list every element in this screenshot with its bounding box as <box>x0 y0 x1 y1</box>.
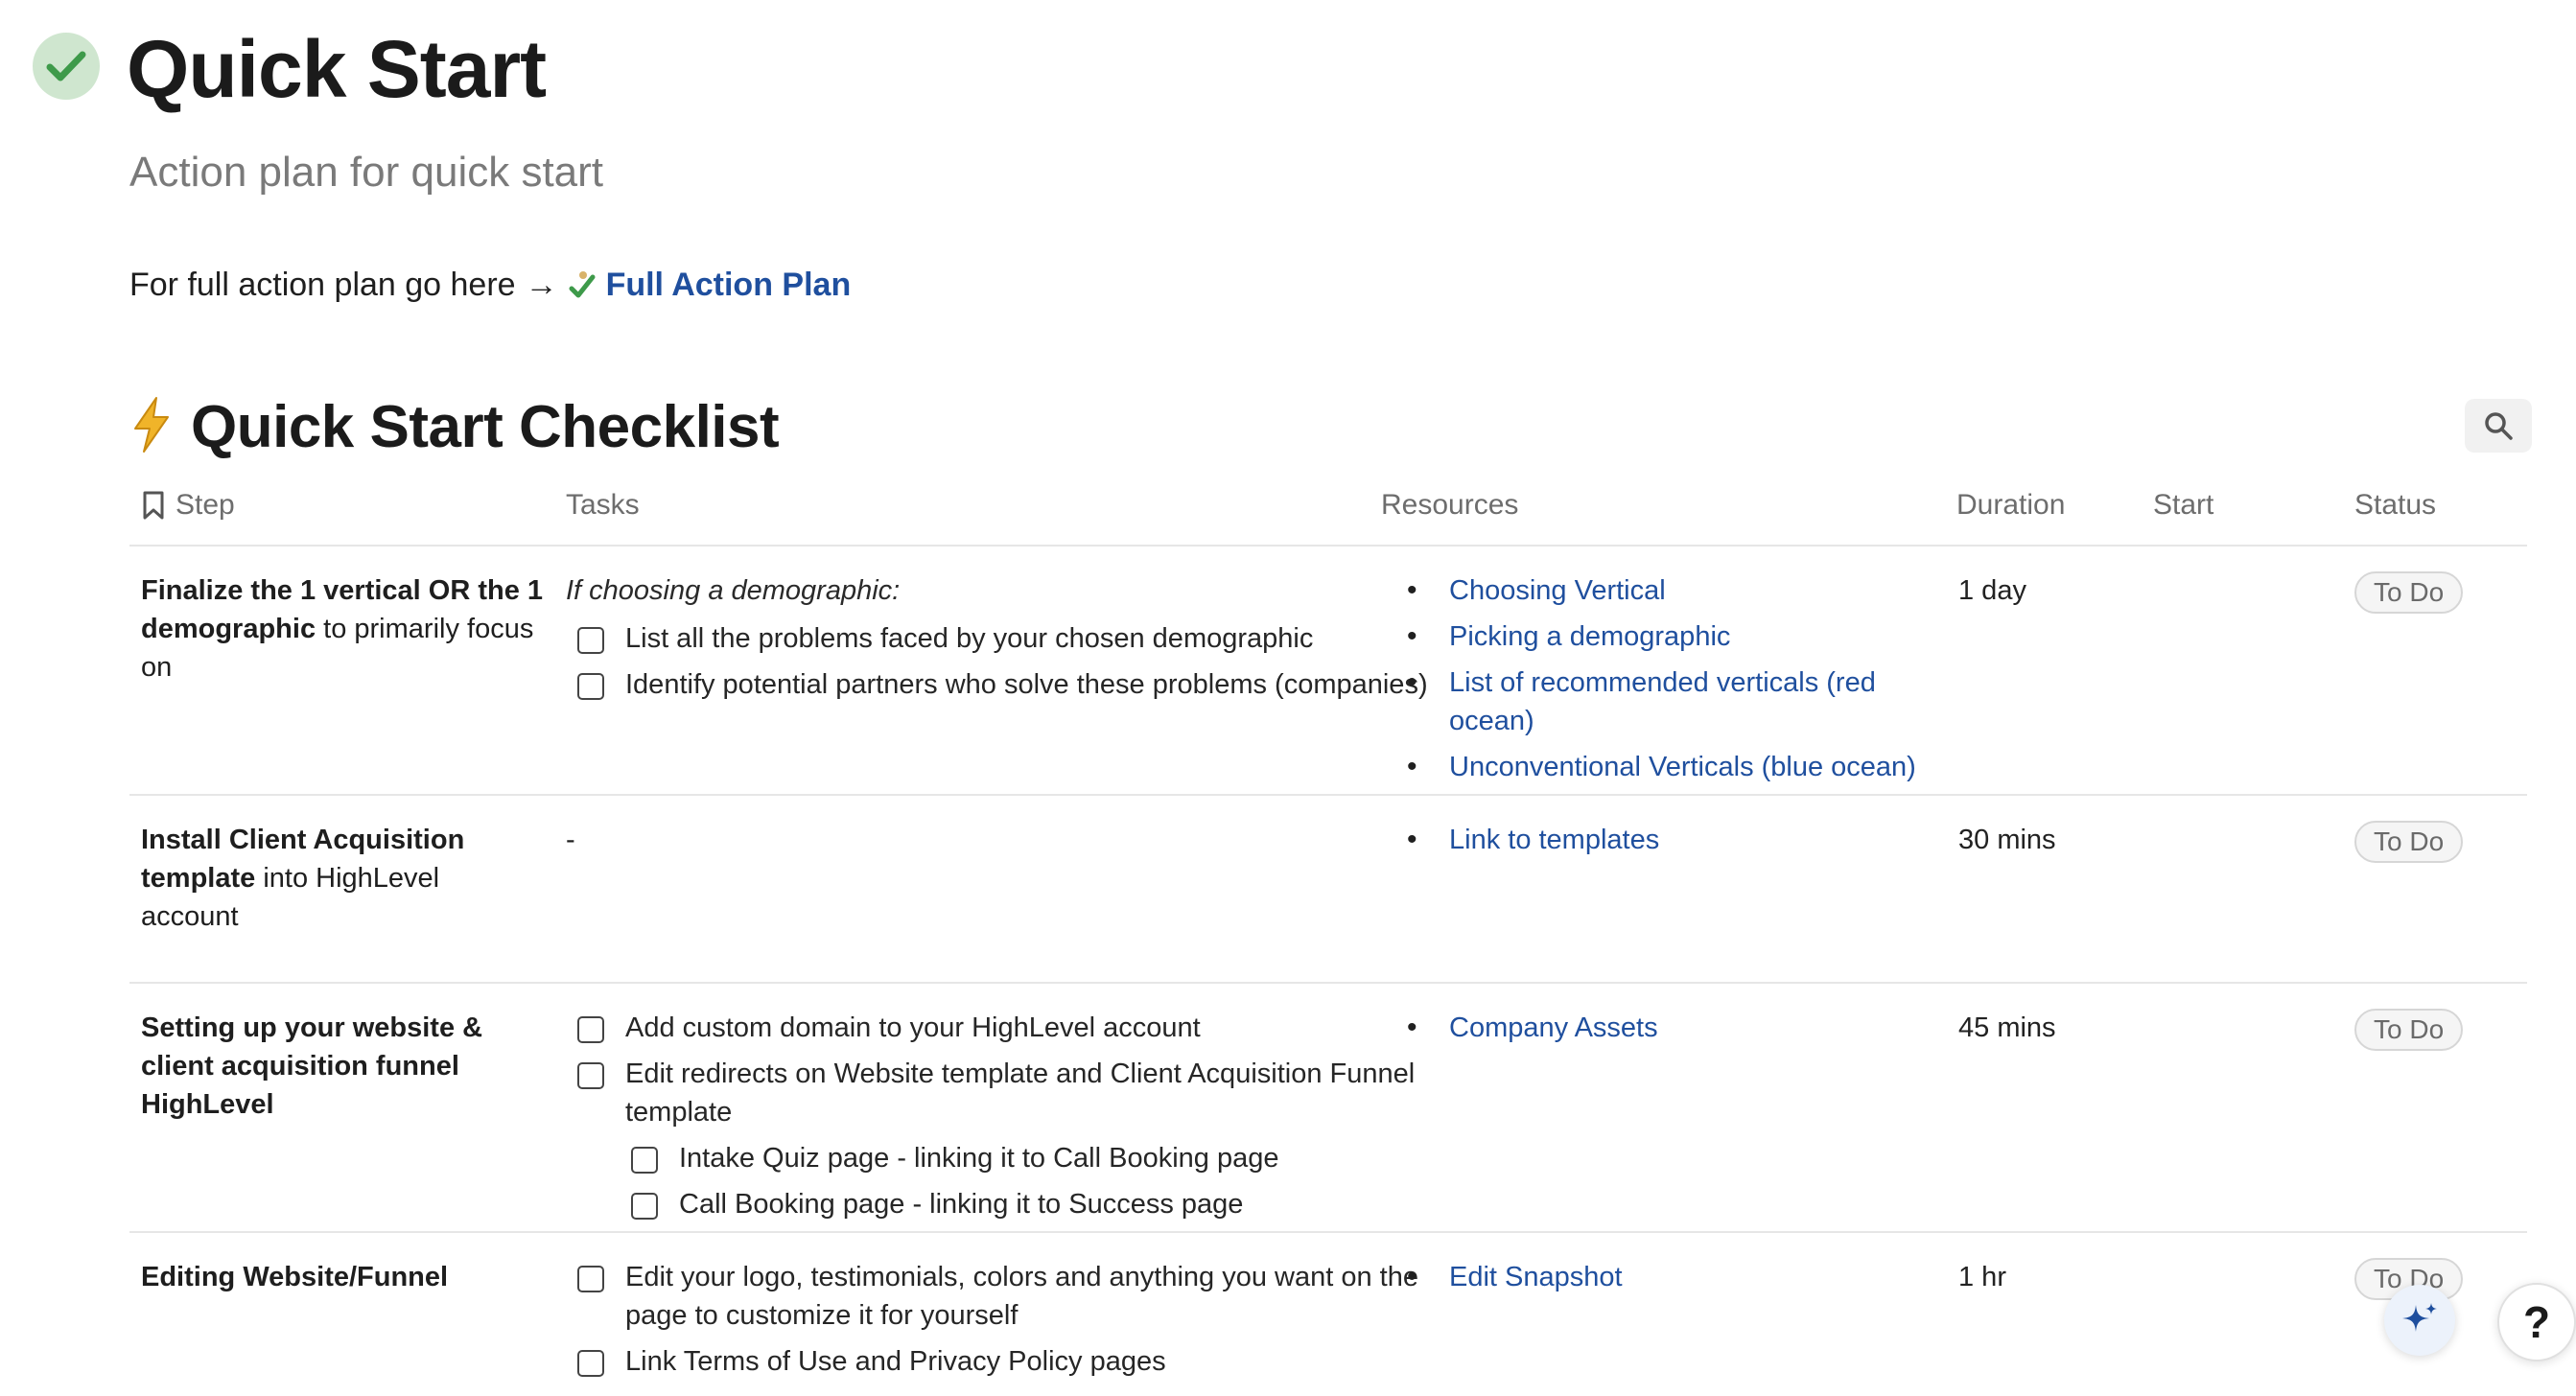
header-tasks[interactable]: Tasks <box>566 489 640 522</box>
status-badge[interactable]: To Do <box>2354 1009 2464 1051</box>
checkbox[interactable] <box>631 1193 658 1220</box>
table-header: Step Tasks Resources Duration Start Stat… <box>129 477 2527 547</box>
table-row[interactable]: Editing Website/Funnel Edit your logo, t… <box>129 1233 2527 1396</box>
task-label: List all the problems faced by your chos… <box>625 623 1314 654</box>
resource-link[interactable]: List of recommended verticals (red ocean… <box>1395 663 1952 740</box>
search-icon <box>2485 412 2513 440</box>
checklist-table: Step Tasks Resources Duration Start Stat… <box>129 477 2527 1396</box>
page-subtitle: Action plan for quick start <box>129 149 604 196</box>
search-button[interactable] <box>2465 399 2532 453</box>
resource-link[interactable]: Company Assets <box>1395 1009 1952 1047</box>
task-label: Edit redirects on Website template and C… <box>625 1059 1416 1128</box>
header-resources[interactable]: Resources <box>1381 489 1518 522</box>
task-label: Call Booking page - linking it to Succes… <box>679 1189 1244 1220</box>
tasks-cell: If choosing a demographic: List all the … <box>566 571 1487 711</box>
duration-cell: 1 hr <box>1958 1262 2006 1292</box>
checkbox[interactable] <box>577 1350 604 1377</box>
step-cell: Editing Website/Funnel <box>141 1258 544 1296</box>
resource-link[interactable]: Picking a demographic <box>1395 617 1952 656</box>
duration-cell: 1 day <box>1958 575 2026 606</box>
task-item: Link Terms of Use and Privacy Policy pag… <box>566 1342 1487 1381</box>
header-step-label: Step <box>176 489 235 521</box>
duration-cell: 30 mins <box>1958 825 2056 855</box>
table-row[interactable]: Finalize the 1 vertical OR the 1 demogra… <box>129 547 2527 796</box>
task-item: Edit redirects on Website template and C… <box>566 1055 1487 1131</box>
full-action-plan-link[interactable]: Full Action Plan <box>606 261 852 309</box>
plan-icon <box>568 269 597 300</box>
checkbox[interactable] <box>577 627 604 654</box>
arrow-icon: → <box>525 267 558 303</box>
resource-link[interactable]: Unconventional Verticals (blue ocean) <box>1395 748 1952 786</box>
resource-link[interactable]: Link to templates <box>1395 821 1952 859</box>
help-button[interactable]: ? <box>2497 1283 2576 1361</box>
subtask-item: Call Booking page - linking it to Succes… <box>620 1185 1487 1223</box>
checklist-heading: Quick Start Checklist <box>129 384 780 470</box>
checkbox[interactable] <box>577 1016 604 1043</box>
tasks-intro: If choosing a demographic: <box>566 575 901 606</box>
status-badge[interactable]: To Do <box>2354 821 2464 863</box>
task-label: Intake Quiz page - linking it to Call Bo… <box>679 1143 1279 1174</box>
checkbox[interactable] <box>577 673 604 700</box>
step-cell: Setting up your website & client acquisi… <box>141 1009 544 1124</box>
step-cell: Finalize the 1 vertical OR the 1 demogra… <box>141 571 544 686</box>
page-title: Quick Start <box>127 24 547 114</box>
resources-cell: Company Assets <box>1395 1009 1952 1055</box>
intro-line: For full action plan go here → Full Acti… <box>129 261 851 309</box>
resources-cell: Link to templates <box>1395 821 1952 867</box>
table-row[interactable]: Setting up your website & client acquisi… <box>129 984 2527 1233</box>
tasks-cell: Edit your logo, testimonials, colors and… <box>566 1258 1487 1388</box>
bookmark-icon <box>143 491 164 520</box>
page-check-icon <box>33 33 100 100</box>
intro-text: For full action plan go here <box>129 267 516 303</box>
resource-link[interactable]: Edit Snapshot <box>1395 1258 1952 1296</box>
task-item: Identify potential partners who solve th… <box>566 665 1487 704</box>
header-start[interactable]: Start <box>2153 489 2213 522</box>
status-cell: To Do <box>2354 571 2508 614</box>
tasks-cell: - <box>566 825 575 855</box>
status-cell: To Do <box>2354 821 2508 863</box>
task-item: Edit your logo, testimonials, colors and… <box>566 1258 1487 1335</box>
step-title: Setting up your website & client acquisi… <box>141 1012 483 1120</box>
task-label: Edit your logo, testimonials, colors and… <box>625 1262 1418 1331</box>
table-row[interactable]: Install Client Acquisition template into… <box>129 796 2527 984</box>
step-cell: Install Client Acquisition template into… <box>141 821 544 936</box>
header-duration[interactable]: Duration <box>1956 489 2065 522</box>
sparkle-icon <box>2402 1303 2437 1332</box>
task-item: Add custom domain to your HighLevel acco… <box>566 1009 1487 1047</box>
step-title: Editing Website/Funnel <box>141 1262 449 1292</box>
checkbox[interactable] <box>631 1147 658 1174</box>
resource-link[interactable]: Choosing Vertical <box>1395 571 1952 610</box>
task-label: Identify potential partners who solve th… <box>625 669 1428 700</box>
task-label: Link Terms of Use and Privacy Policy pag… <box>625 1346 1166 1377</box>
header-status[interactable]: Status <box>2354 489 2436 522</box>
header-step[interactable]: Step <box>141 489 235 522</box>
checkbox[interactable] <box>577 1266 604 1292</box>
task-label: Add custom domain to your HighLevel acco… <box>625 1012 1201 1043</box>
subtask-item: Intake Quiz page - linking it to Call Bo… <box>620 1139 1487 1177</box>
section-title: Quick Start Checklist <box>191 393 780 460</box>
status-cell: To Do <box>2354 1009 2508 1051</box>
lightning-icon <box>129 396 177 457</box>
task-item: List all the problems faced by your chos… <box>566 619 1487 658</box>
resources-cell: Edit Snapshot <box>1395 1258 1952 1304</box>
tasks-cell: Add custom domain to your HighLevel acco… <box>566 1009 1487 1231</box>
status-badge[interactable]: To Do <box>2354 571 2464 614</box>
duration-cell: 45 mins <box>1958 1012 2056 1043</box>
ai-assistant-button[interactable] <box>2384 1285 2455 1356</box>
checkbox[interactable] <box>577 1062 604 1089</box>
resources-cell: Choosing Vertical Picking a demographic … <box>1395 571 1952 794</box>
